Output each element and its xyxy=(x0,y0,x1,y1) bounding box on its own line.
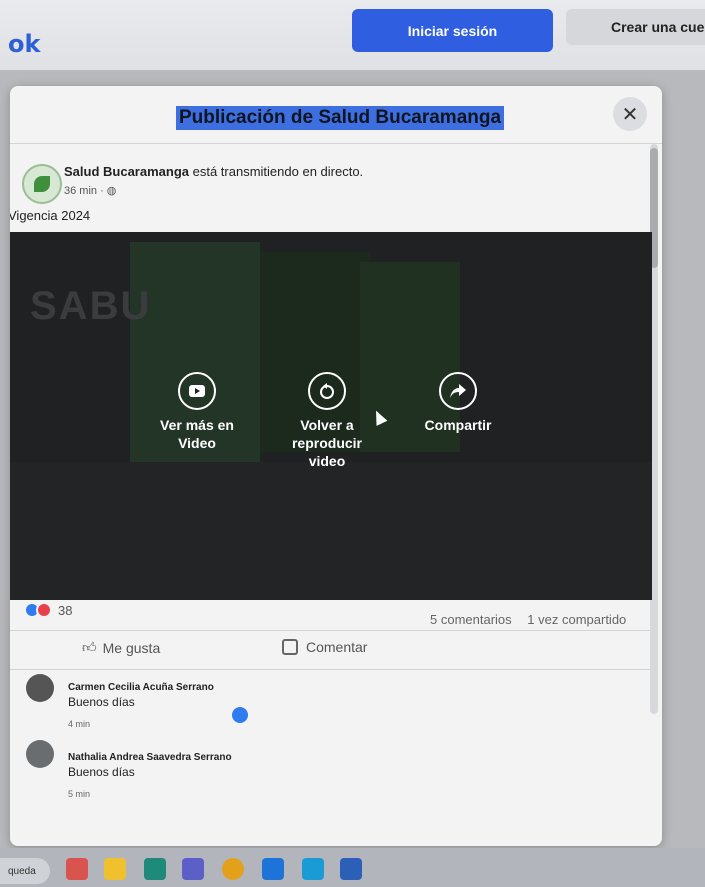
taskbar-search[interactable]: queda xyxy=(0,858,50,884)
comment-text: Buenos días xyxy=(68,765,135,779)
video-player[interactable]: SABU Ver más en Video Volver a reproduci… xyxy=(10,232,652,600)
onedrive-icon[interactable] xyxy=(262,858,284,880)
comment-timestamp[interactable]: 4 min xyxy=(68,719,90,729)
outlook-icon[interactable] xyxy=(302,858,324,880)
post-author-line: Salud Bucaramanga está transmitiendo en … xyxy=(64,164,363,179)
close-icon: ✕ xyxy=(621,103,639,126)
comment-icon xyxy=(282,639,298,655)
post-author-name[interactable]: Salud Bucaramanga xyxy=(64,164,189,179)
thumbs-up-icon: 👍︎ xyxy=(82,639,97,655)
create-account-button[interactable]: Crear una cue xyxy=(566,9,705,45)
close-button[interactable]: ✕ xyxy=(613,97,647,131)
love-reaction-icon xyxy=(36,602,52,618)
replay-video-button[interactable]: Volver a reproducir video xyxy=(272,372,382,470)
comment-timestamp[interactable]: 5 min xyxy=(68,789,90,799)
teams-icon[interactable] xyxy=(182,858,204,880)
engagement-counts: 5 comentarios 1 vez compartido xyxy=(430,612,626,627)
video-icon xyxy=(178,372,216,410)
modal-header: Publicación de Salud Bucaramanga ✕ xyxy=(10,86,662,144)
word-icon[interactable] xyxy=(340,858,362,880)
commenter-avatar[interactable] xyxy=(26,740,54,768)
like-button[interactable]: 👍︎ Me gusta xyxy=(82,639,160,656)
comment-like-icon xyxy=(232,707,248,723)
video-bg-wall xyxy=(10,462,652,600)
modal-title: Publicación de Salud Bucaramanga xyxy=(176,106,505,130)
post-status: está transmitiendo en directo. xyxy=(192,164,364,179)
replay-icon xyxy=(308,372,346,410)
post-modal: Publicación de Salud Bucaramanga ✕ Salud… xyxy=(10,86,662,846)
watch-more-video-button[interactable]: Ver más en Video xyxy=(142,372,252,452)
chrome-icon[interactable] xyxy=(222,858,244,880)
edge-browser-icon[interactable] xyxy=(144,858,166,880)
shares-count-link[interactable]: 1 vez compartido xyxy=(527,612,626,627)
share-icon xyxy=(439,372,477,410)
comments-count-link[interactable]: 5 comentarios xyxy=(430,612,512,627)
globe-icon: ◍ xyxy=(106,185,117,197)
facebook-logo[interactable]: ok xyxy=(8,30,40,58)
comment-text: Buenos días xyxy=(68,695,135,709)
reactions-summary[interactable]: 38 xyxy=(24,602,72,618)
reaction-count: 38 xyxy=(58,602,73,618)
commenter-name[interactable]: Nathalia Andrea Saavedra Serrano xyxy=(68,752,232,763)
comment-button[interactable]: Comentar xyxy=(282,639,367,655)
post-text: Vigencia 2024 xyxy=(10,208,91,223)
commenter-name[interactable]: Carmen Cecilia Acuña Serrano xyxy=(68,682,214,693)
post-actions: 👍︎ Me gusta Comentar xyxy=(10,630,650,670)
video-overlay-text: SABU xyxy=(30,284,152,328)
login-button[interactable]: Iniciar sesión xyxy=(352,9,553,52)
share-video-button[interactable]: Compartir xyxy=(403,372,513,434)
post-timestamp[interactable]: 36 min · ◍ xyxy=(64,184,116,197)
page-avatar[interactable] xyxy=(22,164,62,204)
commenter-avatar[interactable] xyxy=(26,674,54,702)
top-bar: ok Iniciar sesión Crear una cue xyxy=(0,0,705,70)
file-explorer-icon[interactable] xyxy=(104,858,126,880)
widgets-icon[interactable] xyxy=(66,858,88,880)
